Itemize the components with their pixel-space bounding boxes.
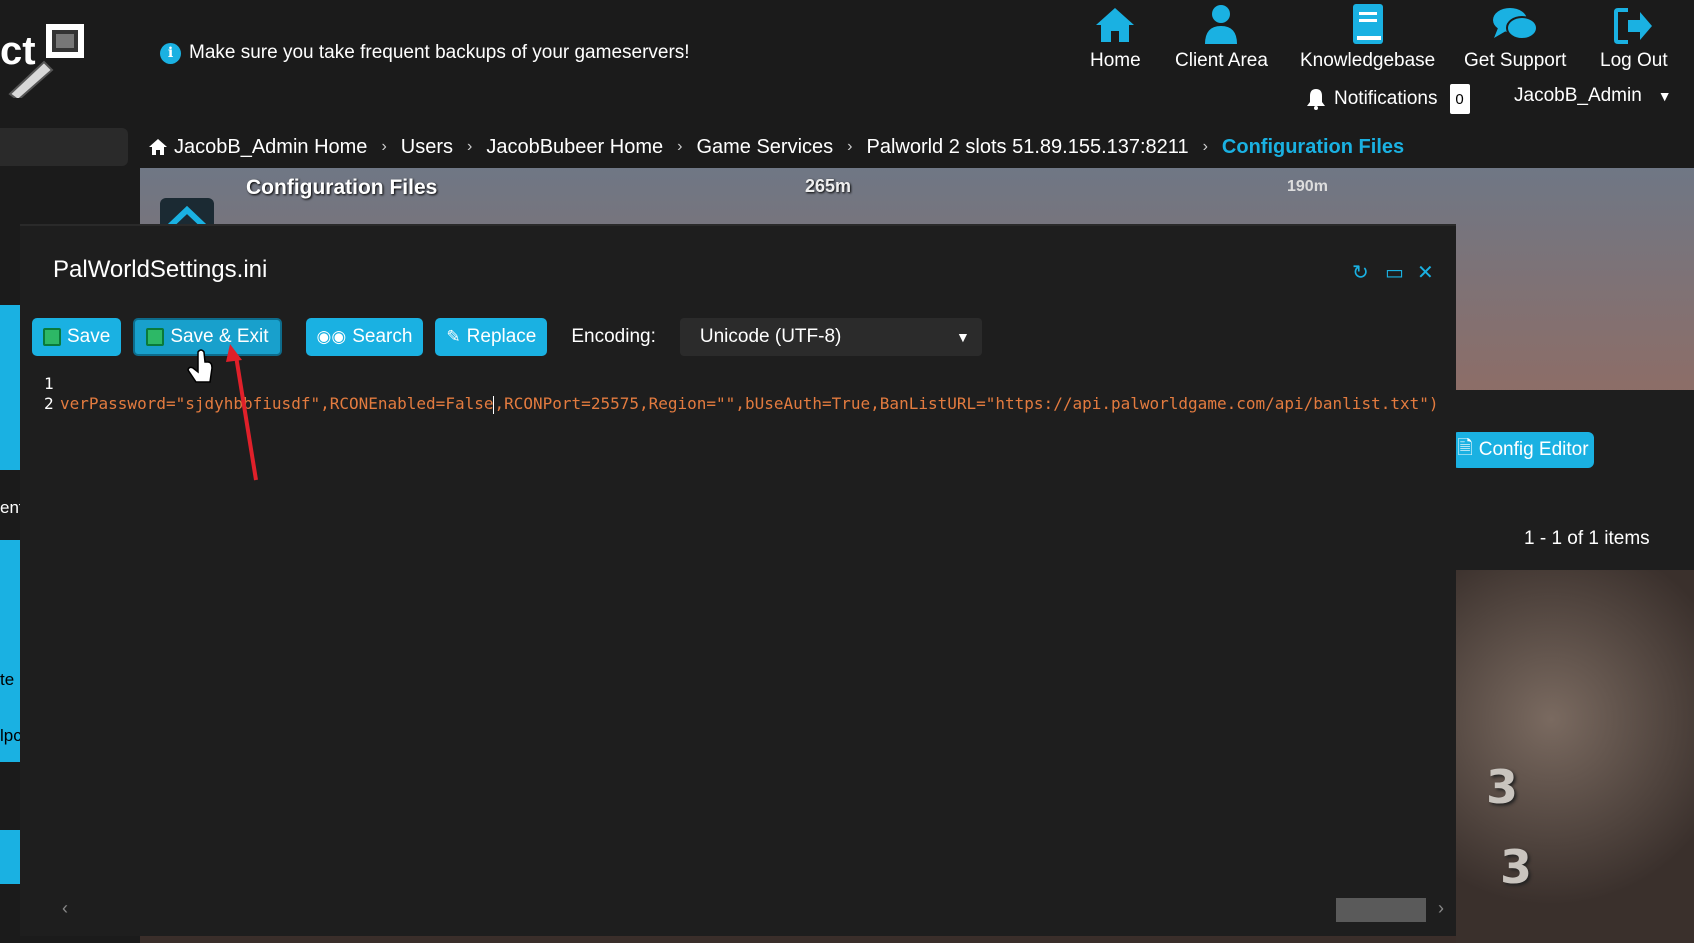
breadcrumb-current: Configuration Files [1221, 135, 1405, 158]
book-icon [1351, 0, 1385, 44]
backup-notice-text: Make sure you take frequent backups of y… [189, 42, 690, 63]
breadcrumb-home-label: JacobB_Admin Home [174, 135, 368, 158]
nav-get-support-label: Get Support [1464, 50, 1567, 71]
svg-text:ct: ct [0, 29, 36, 73]
nav-client-area[interactable]: Client Area [1175, 0, 1268, 72]
save-exit-button-label: Save & Exit [170, 326, 269, 347]
chevron-right-icon[interactable]: › [1438, 898, 1444, 919]
code-text-before-caret: verPassword="sjdyhbbfiusdf",RCONEnabled=… [60, 394, 494, 413]
encoding-label: Encoding: [571, 326, 656, 347]
screen: ct i Make sure you take frequent backups… [0, 0, 1694, 943]
user-menu[interactable]: JacobB_Admin ▼ [1514, 85, 1672, 107]
nav-knowledgebase-label: Knowledgebase [1300, 50, 1436, 71]
pagination-info: 1 - 1 of 1 items [1524, 528, 1650, 549]
chevron-right-icon: › [467, 138, 473, 155]
breadcrumb-home[interactable]: JacobB_Admin Home [148, 136, 367, 159]
nav-get-support[interactable]: Get Support [1464, 0, 1566, 72]
replace-button-label: Replace [466, 326, 537, 347]
line-number: 1 [44, 374, 54, 393]
chevron-right-icon: › [677, 138, 683, 155]
binoculars-icon: ◉◉ [316, 327, 347, 346]
config-editor-button[interactable]: 🗎 Config Editor [1452, 432, 1594, 468]
notifications-label: Notifications [1334, 88, 1438, 109]
save-button[interactable]: Save [32, 318, 122, 356]
sidebar-fragment-2: te [0, 670, 15, 689]
scene-number: 3 [1500, 840, 1533, 894]
search-button-label: Search [352, 326, 413, 347]
distance-marker: 265m [805, 176, 852, 196]
chevron-right-icon: › [1202, 138, 1208, 155]
home-icon [149, 139, 167, 155]
user-icon [1203, 0, 1239, 44]
refresh-icon[interactable]: ↻ [1352, 260, 1369, 285]
username: JacobB_Admin [1514, 85, 1642, 106]
save-icon [43, 328, 61, 346]
chat-icon [1492, 0, 1539, 44]
info-icon: i [160, 42, 181, 64]
config-editor-label: Config Editor [1478, 439, 1589, 460]
breadcrumb: JacobB_Admin Home › Users › JacobBubeer … [148, 132, 1404, 162]
edit-icon: ✎ [446, 327, 461, 346]
encoding-value: Unicode (UTF-8) [699, 326, 842, 347]
chevron-left-icon[interactable]: ‹ [62, 898, 68, 919]
nav-knowledgebase[interactable]: Knowledgebase [1300, 0, 1435, 72]
backup-notice: i Make sure you take frequent backups of… [160, 42, 690, 64]
code-editor[interactable]: 1 2 verPassword="sjdyhbbfiusdf",RCONEnab… [20, 374, 1456, 894]
logout-icon [1613, 0, 1654, 44]
maximize-icon[interactable]: ▭ [1385, 260, 1404, 285]
home-icon [1094, 0, 1136, 44]
encoding-select[interactable]: Unicode (UTF-8) ▼ [679, 318, 982, 356]
sidebar-search[interactable] [0, 128, 128, 166]
notifications[interactable]: Notifications 0 [1306, 84, 1470, 114]
scene-number: 3 [1486, 760, 1519, 814]
close-icon[interactable]: ✕ [1417, 260, 1434, 285]
replace-button[interactable]: ✎ Replace [435, 318, 548, 356]
top-bar: ct i Make sure you take frequent backups… [0, 0, 1694, 122]
caret-down-icon: ▼ [956, 329, 970, 345]
horizontal-scrollbar[interactable]: ‹ › [60, 894, 1456, 924]
file-editor-window: PalWorldSettings.ini ↻ ▭ ✕ Save Save & E… [20, 224, 1456, 936]
editor-toolbar: Save Save & Exit ◉◉ Search ✎ Replace Enc… [32, 318, 982, 356]
search-button[interactable]: ◉◉ Search [305, 318, 424, 356]
breadcrumb-service[interactable]: Palworld 2 slots 51.89.155.137:8211 [866, 136, 1188, 159]
breadcrumb-users[interactable]: Users [401, 136, 453, 159]
scrollbar-thumb[interactable] [1336, 898, 1426, 922]
nav-client-area-label: Client Area [1175, 50, 1268, 71]
sidebar-fragment-3: lpc [0, 726, 22, 745]
save-button-label: Save [67, 326, 111, 347]
chevron-right-icon: › [847, 138, 853, 155]
nav-log-out[interactable]: Log Out [1600, 0, 1668, 72]
line-number: 2 [44, 394, 54, 413]
save-exit-button[interactable]: Save & Exit [133, 318, 282, 356]
breadcrumb-user-home[interactable]: JacobBubeer Home [486, 136, 663, 159]
distance-marker: 190m [1287, 178, 1328, 195]
background-image-fragment: 3 3 [1456, 570, 1694, 943]
caret-down-icon: ▼ [1657, 88, 1672, 104]
sidebar-item[interactable] [0, 830, 20, 884]
file-icon: 🗎 [1457, 438, 1473, 459]
bell-icon [1307, 89, 1325, 110]
site-logo[interactable]: ct [0, 18, 90, 98]
save-icon [146, 328, 165, 346]
page-heading: Configuration Files [246, 176, 438, 199]
code-text-after-caret: ,RCONPort=25575,Region="",bUseAuth=True,… [494, 394, 1439, 413]
chevron-right-icon: › [381, 138, 387, 155]
nav-log-out-label: Log Out [1600, 50, 1668, 71]
breadcrumb-game-services[interactable]: Game Services [696, 136, 833, 159]
editor-title: PalWorldSettings.ini [53, 256, 268, 283]
code-line-2[interactable]: verPassword="sjdyhbbfiusdf",RCONEnabled=… [60, 394, 1439, 414]
nav-home-label: Home [1090, 50, 1141, 71]
notifications-count-badge: 0 [1449, 84, 1470, 114]
sidebar-item[interactable] [0, 305, 20, 470]
nav-home[interactable]: Home [1090, 0, 1141, 72]
